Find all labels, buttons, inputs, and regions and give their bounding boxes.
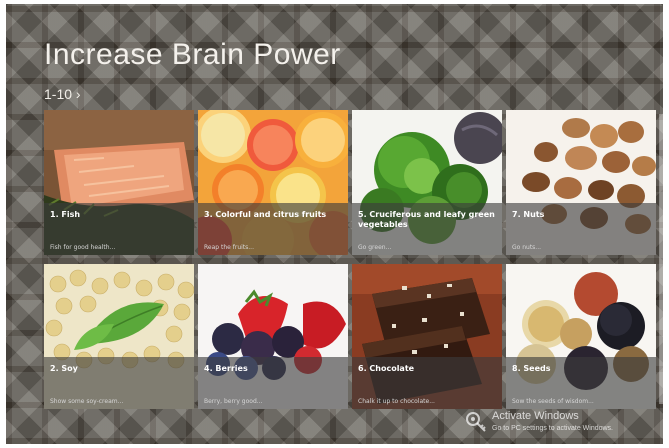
tile-description: Sow the seeds of wisdom...: [512, 398, 594, 405]
tile-name: 4. Berries: [204, 364, 248, 373]
page-title: Increase Brain Power: [44, 38, 341, 71]
tile-description: Fish for good health...: [50, 244, 116, 251]
tile-berries[interactable]: 4. Berries Berry, berry good...: [198, 264, 348, 409]
item-count-link[interactable]: 1-10 ›: [44, 86, 81, 102]
app-screen: Increase Brain Power 1-10 › 1. Fish Fish…: [6, 4, 663, 444]
tile-description: Berry, berry good...: [204, 398, 263, 405]
tile-description: Go green...: [358, 244, 392, 251]
tile-name: 6. Chocolate: [358, 364, 415, 373]
tile-name: 7. Nuts: [512, 210, 545, 219]
tile-name: 2. Soy: [50, 364, 78, 373]
tile-description: Go nuts...: [512, 244, 542, 251]
tile-name: 1. Fish: [50, 210, 81, 219]
key-icon: [466, 412, 486, 432]
tile-cruciferous-vegetables[interactable]: 5. Cruciferous and leafy green vegetable…: [352, 110, 502, 255]
watermark-title: Activate Windows: [492, 410, 579, 422]
tile-soy[interactable]: 2. Soy Show some soy-cream...: [44, 264, 194, 409]
tile-description: Chalk it up to chocolate...: [358, 398, 435, 405]
tile-name: 5. Cruciferous and leafy green vegetable…: [358, 210, 495, 229]
tile-name: 3. Colorful and citrus fruits: [204, 210, 327, 219]
tile-name: 8. Seeds: [512, 364, 551, 373]
scroll-edge: [659, 114, 663, 404]
tile-seeds[interactable]: 8. Seeds Sow the seeds of wisdom...: [506, 264, 656, 409]
tile-nuts[interactable]: 7. Nuts Go nuts...: [506, 110, 656, 255]
watermark-subtitle: Go to PC settings to activate Windows.: [492, 425, 613, 432]
tile-description: Show some soy-cream...: [50, 398, 124, 405]
tile-chocolate[interactable]: 6. Chocolate Chalk it up to chocolate...: [352, 264, 502, 409]
tile-citrus-fruits[interactable]: 3. Colorful and citrus fruits Reap the f…: [198, 110, 348, 255]
tile-fish[interactable]: 1. Fish Fish for good health...: [44, 110, 194, 255]
window-frame: Increase Brain Power 1-10 › 1. Fish Fish…: [0, 0, 669, 448]
tile-description: Reap the fruits...: [204, 244, 254, 251]
